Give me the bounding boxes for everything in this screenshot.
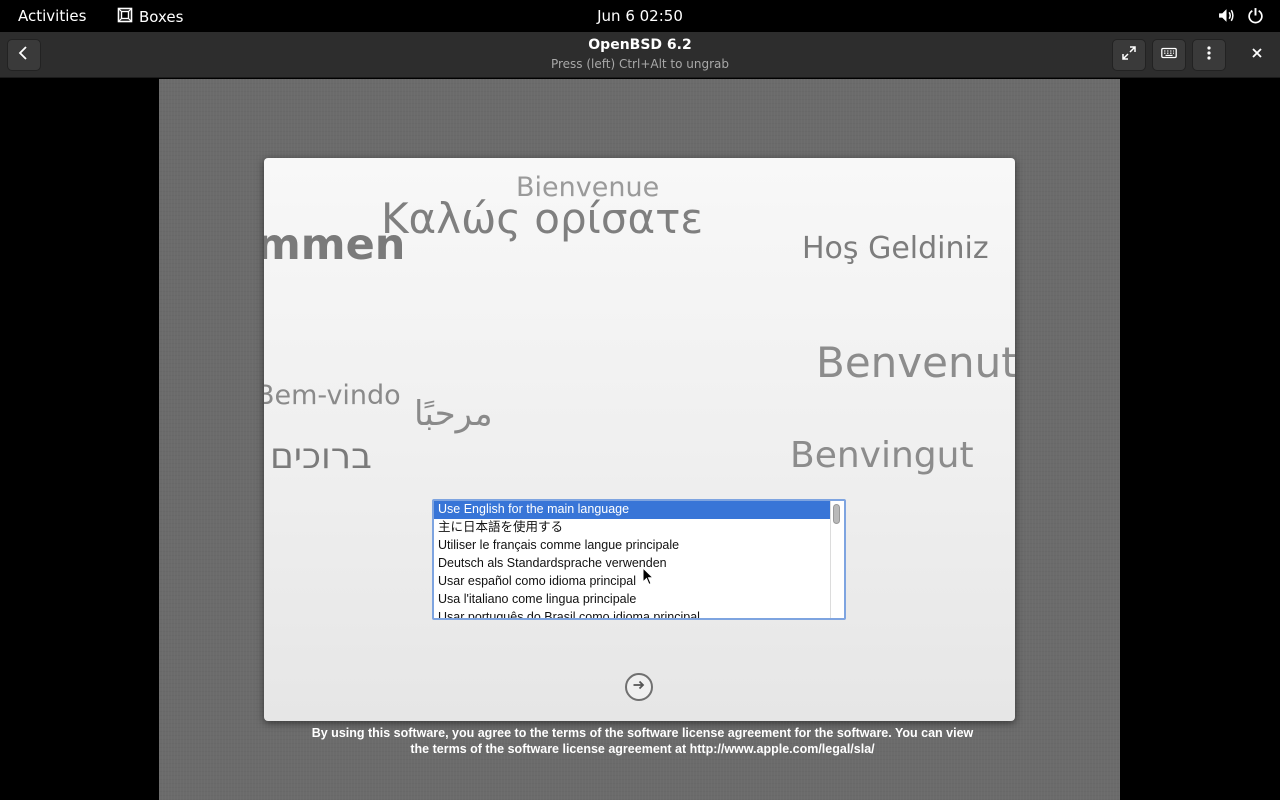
menu-icon: [1201, 45, 1217, 65]
close-button[interactable]: [1240, 39, 1274, 71]
language-option-italian[interactable]: Usa l'italiano come lingua principale: [434, 591, 844, 609]
next-button[interactable]: [625, 673, 653, 701]
fullscreen-button[interactable]: [1112, 39, 1146, 71]
fullscreen-icon: [1121, 45, 1137, 65]
language-option-german[interactable]: Deutsch als Standardsprache verwenden: [434, 555, 844, 573]
header-bar: OpenBSD 6.2 Press (left) Ctrl+Alt to ung…: [0, 32, 1280, 78]
volume-icon[interactable]: [1218, 7, 1235, 28]
clock[interactable]: Jun 6 02:50: [597, 7, 683, 25]
license-line: the terms of the software license agreem…: [410, 742, 875, 756]
scrollbar-thumb[interactable]: [833, 504, 840, 524]
ungrab-hint: Press (left) Ctrl+Alt to ungrab: [550, 57, 730, 71]
activities-button[interactable]: Activities: [18, 7, 86, 25]
vm-display[interactable]: Bienvenue Καλώς ορίσατε mmen Hoş Geldini…: [159, 79, 1120, 800]
welcome-word: Benvenut: [816, 338, 1015, 387]
mouse-pointer-icon: [642, 567, 655, 586]
power-icon[interactable]: [1247, 7, 1264, 28]
keyboard-button[interactable]: [1152, 39, 1186, 71]
app-menu[interactable]: Boxes: [117, 7, 183, 27]
license-text: By using this software, you agree to the…: [279, 725, 1006, 757]
keyboard-icon: [1161, 45, 1177, 65]
system-status-area[interactable]: [1218, 7, 1264, 28]
close-icon: [1249, 45, 1265, 65]
welcome-word: Bem-vindo: [264, 380, 401, 411]
back-icon: [16, 45, 32, 65]
language-option-french[interactable]: Utiliser le français comme langue princi…: [434, 537, 844, 555]
language-option-portuguese[interactable]: Usar português do Brasil como idioma pri…: [434, 609, 844, 618]
app-name: Boxes: [139, 8, 184, 26]
license-line: By using this software, you agree to the…: [311, 726, 974, 740]
welcome-word: مرحبًا: [414, 394, 493, 434]
welcome-word: Hoş Geldiniz: [802, 231, 989, 266]
language-list[interactable]: Use English for the main language 主に日本語を…: [432, 499, 846, 620]
welcome-word: mmen: [264, 220, 406, 270]
back-button[interactable]: [7, 39, 41, 71]
arrow-right-icon: [631, 677, 647, 697]
language-option-spanish[interactable]: Usar español como idioma principal: [434, 573, 844, 591]
installer-panel: Bienvenue Καλώς ορίσατε mmen Hoş Geldini…: [264, 158, 1015, 721]
language-option-japanese[interactable]: 主に日本語を使用する: [434, 519, 844, 537]
boxes-app-icon: [117, 7, 133, 27]
welcome-word: Benvingut: [790, 435, 974, 476]
language-option-english[interactable]: Use English for the main language: [434, 501, 844, 519]
welcome-word: Καλώς ορίσατε: [381, 194, 704, 243]
vm-title: OpenBSD 6.2: [588, 37, 692, 53]
welcome-word: ברוכים: [270, 436, 372, 477]
menu-button[interactable]: [1192, 39, 1226, 71]
top-bar: Activities Boxes Jun 6 02:50: [0, 0, 1280, 32]
list-scrollbar[interactable]: [830, 501, 844, 618]
